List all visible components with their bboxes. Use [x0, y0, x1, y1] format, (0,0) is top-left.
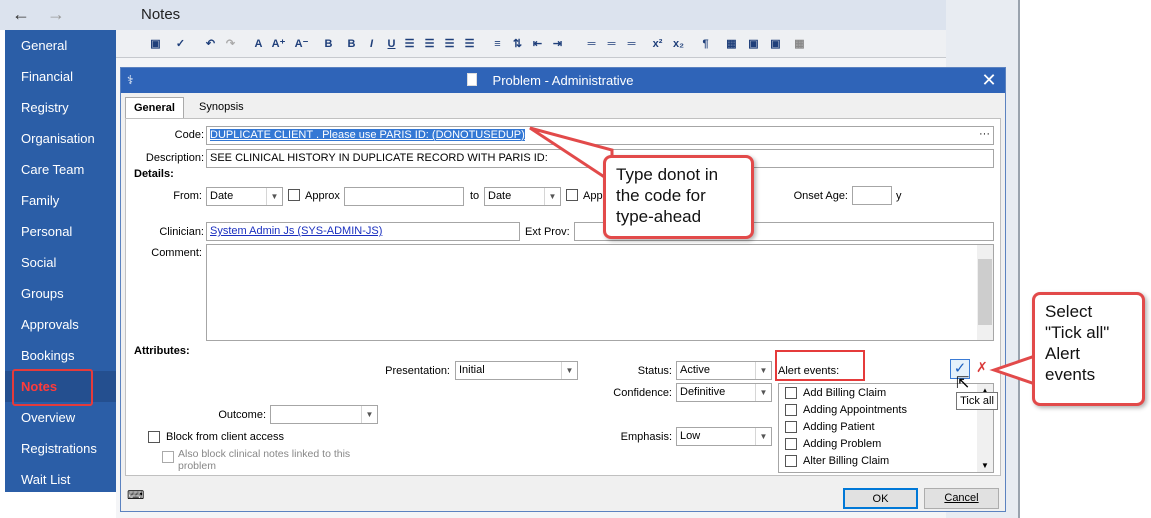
tickall-callout: Select "Tick all" Alert events [1032, 292, 1145, 406]
typeahead-callout: Type donot in the code for type-ahead [603, 155, 754, 239]
callout-pointers [529, 126, 1040, 388]
typeahead-pointer [529, 126, 614, 185]
